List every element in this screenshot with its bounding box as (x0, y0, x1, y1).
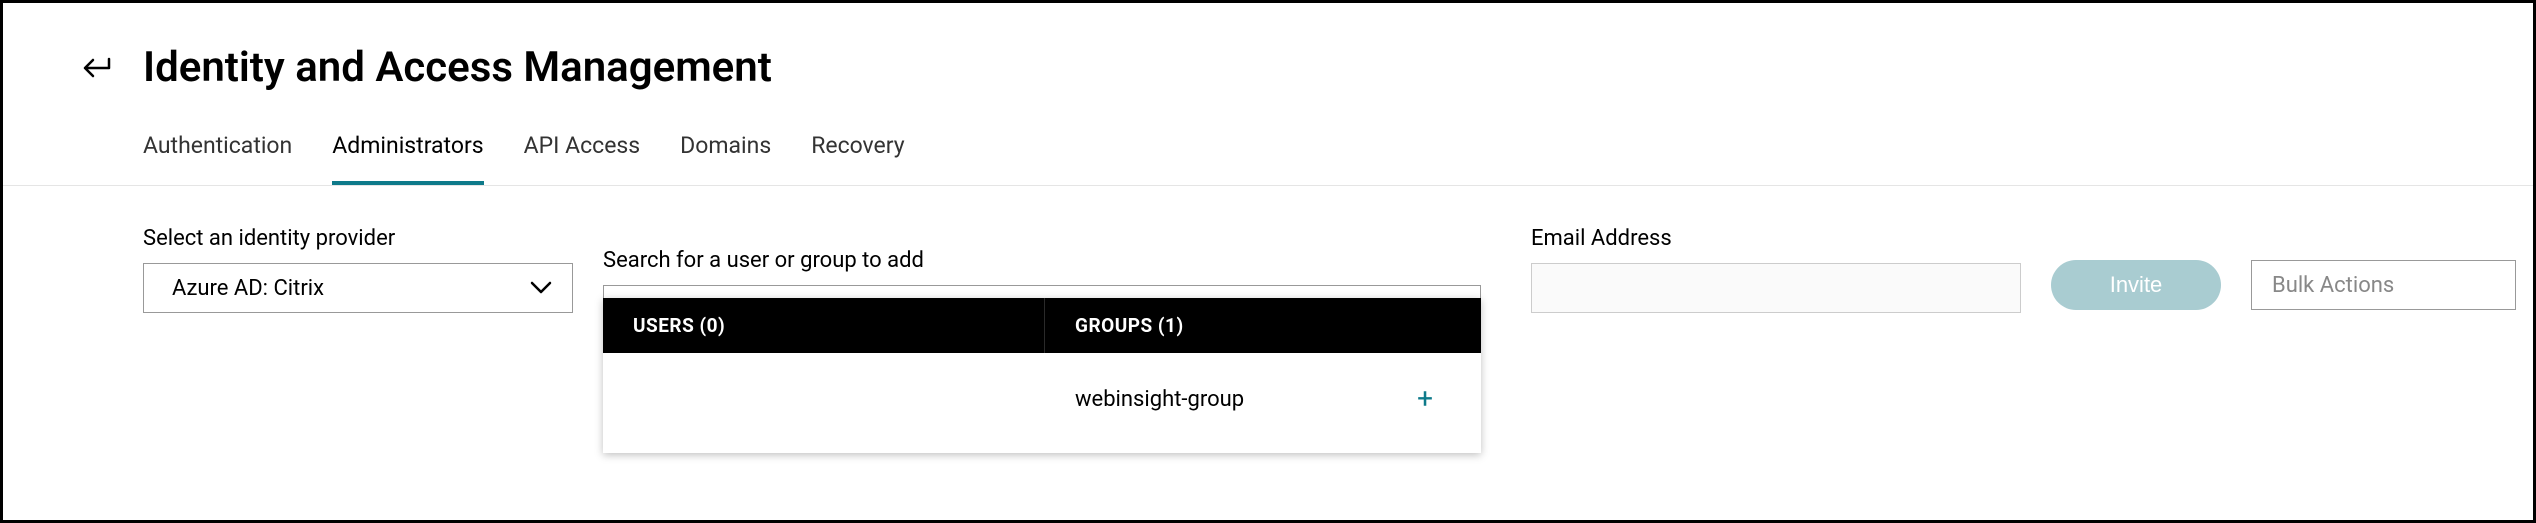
users-column (603, 353, 1045, 453)
tabs-row: Authentication Administrators API Access… (3, 92, 2533, 186)
invite-button[interactable]: Invite (2051, 260, 2221, 310)
tab-api-access[interactable]: API Access (524, 132, 641, 185)
search-group: Search for a user or group to add USERS … (603, 226, 1481, 335)
email-group: Email Address (1531, 226, 2021, 313)
groups-header: GROUPS (1) (1045, 298, 1481, 353)
identity-provider-label: Select an identity provider (143, 226, 573, 251)
page-title: Identity and Access Management (143, 43, 772, 92)
bulk-actions-placeholder: Bulk Actions (2272, 273, 2394, 298)
back-icon[interactable] (83, 56, 113, 80)
groups-column: webinsight-group + (1045, 353, 1481, 453)
tab-recovery[interactable]: Recovery (811, 132, 904, 185)
group-result-name: webinsight-group (1075, 387, 1244, 412)
bulk-actions-select[interactable]: Bulk Actions (2251, 260, 2516, 310)
email-label: Email Address (1531, 226, 2021, 251)
identity-provider-select[interactable]: Azure AD: Citrix (143, 263, 573, 313)
plus-icon[interactable]: + (1417, 385, 1433, 413)
tab-authentication[interactable]: Authentication (143, 132, 292, 185)
tab-administrators[interactable]: Administrators (332, 132, 483, 185)
search-results-dropdown: USERS (0) GROUPS (1) webinsight-group + (603, 298, 1481, 453)
tab-domains[interactable]: Domains (680, 132, 771, 185)
group-result-item[interactable]: webinsight-group + (1045, 377, 1481, 421)
identity-provider-value: Azure AD: Citrix (172, 276, 324, 301)
search-label: Search for a user or group to add (603, 248, 1481, 273)
identity-provider-group: Select an identity provider Azure AD: Ci… (143, 226, 573, 313)
chevron-down-icon (530, 281, 552, 295)
email-input[interactable] (1531, 263, 2021, 313)
users-header: USERS (0) (603, 298, 1045, 353)
